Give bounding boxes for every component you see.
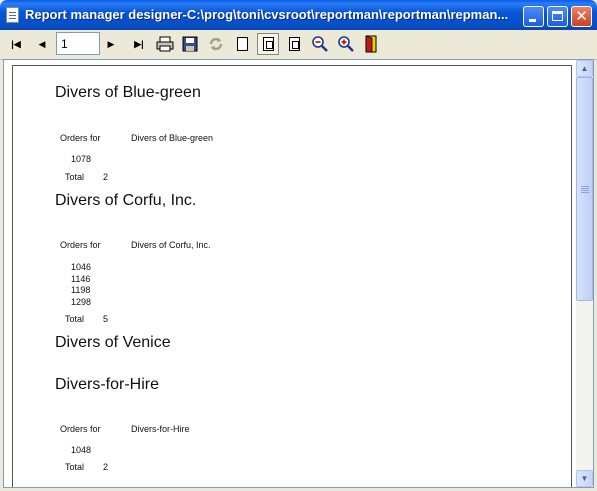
app-icon [6,7,19,23]
previous-page-icon: ◀ [38,38,46,49]
refresh-button[interactable] [205,33,227,55]
preview-area: Divers of Blue-green Orders for Divers o… [3,59,594,488]
scroll-down-button[interactable]: ▼ [576,470,593,487]
scroll-thumb[interactable] [576,77,593,301]
last-page-button[interactable]: ▶| [128,33,150,55]
print-icon [156,36,174,52]
last-page-icon: ▶| [134,38,144,49]
zoom-in-icon [338,36,354,52]
title-bar: Report manager designer-C:\prog\toni\cvs… [0,0,597,30]
arrow-up-icon: ▲ [580,64,589,73]
group-header: Divers of Corfu, Inc. [55,192,197,209]
customer-name: Divers-for-Hire [131,424,190,434]
first-page-icon: |◀ [11,38,21,49]
page-view-button[interactable] [231,33,253,55]
save-button[interactable] [179,33,201,55]
page-fit-button[interactable] [257,33,279,55]
orders-label: Orders for [60,424,101,434]
close-icon: ✕ [575,7,588,25]
page-icon [236,37,248,51]
window-title: Report manager designer-C:\prog\toni\cvs… [25,7,509,22]
page-fit-icon [262,37,274,51]
zoom-in-button[interactable] [335,33,357,55]
order-number: 1146 [71,274,91,284]
total-value: 5 [103,314,109,324]
scroll-up-button[interactable]: ▲ [576,60,593,77]
vertical-scrollbar[interactable]: ▲ ▼ [576,60,593,487]
minimize-icon [529,19,536,22]
orders-label: Orders for [60,133,101,143]
group-header: Divers of Blue-green [55,84,201,101]
exit-button[interactable] [360,33,382,55]
close-button[interactable]: ✕ [571,6,592,27]
zoom-out-button[interactable] [309,33,331,55]
page-number-input[interactable] [56,32,100,55]
order-number: 1298 [71,297,92,307]
order-number: 1046 [71,262,92,272]
total-value: 2 [103,172,109,182]
orders-label: Orders for [60,240,101,250]
order-number: 1048 [71,445,92,455]
next-page-icon: ▶ [107,38,115,49]
order-number: 1078 [71,154,92,164]
maximize-icon [552,11,563,21]
report-page: Divers of Blue-green Orders for Divers o… [12,65,572,487]
next-page-button[interactable]: ▶ [100,33,122,55]
page-width-button[interactable] [283,33,305,55]
minimize-button[interactable] [523,6,544,27]
exit-icon [365,35,377,53]
customer-name: Divers of Corfu, Inc. [131,240,211,250]
toolbar: |◀ ◀ ▶ ▶| [0,30,597,60]
zoom-out-icon [312,36,328,52]
maximize-button[interactable] [547,6,568,27]
customer-name: Divers of Blue-green [131,133,214,143]
group-header: Divers-for-Hire [55,376,159,393]
refresh-icon [209,37,223,51]
print-button[interactable] [154,33,176,55]
total-label: Total [65,172,85,182]
first-page-button[interactable]: |◀ [5,33,27,55]
group-header: Divers of Venice [55,334,171,351]
previous-page-button[interactable]: ◀ [31,33,53,55]
save-icon [182,36,198,52]
arrow-down-icon: ▼ [580,474,589,483]
total-label: Total [65,462,85,472]
page-width-icon [288,37,300,51]
order-number: 1198 [71,285,91,295]
total-value: 2 [103,462,109,472]
total-label: Total [65,314,85,324]
